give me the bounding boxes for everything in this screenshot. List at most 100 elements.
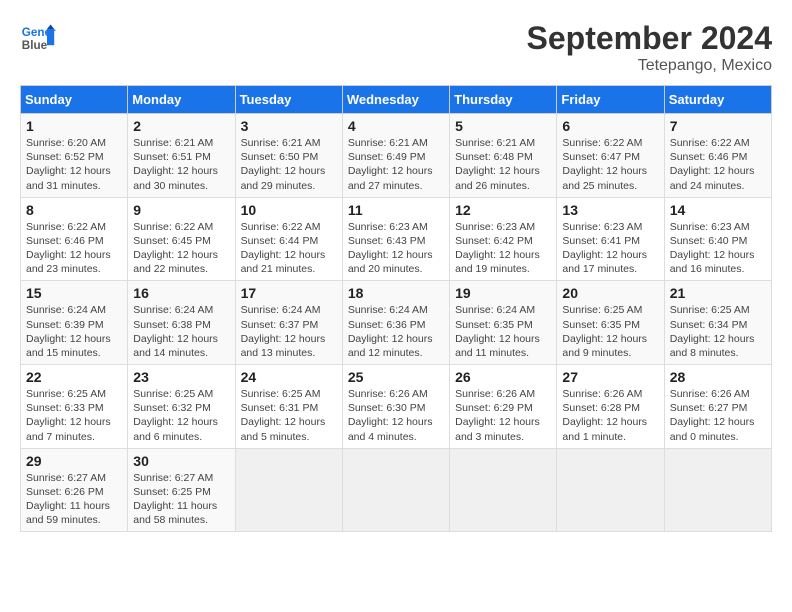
day-number: 3 bbox=[241, 118, 337, 134]
calendar-header-row: Sunday Monday Tuesday Wednesday Thursday… bbox=[21, 86, 772, 114]
day-info: Sunrise: 6:25 AM Sunset: 6:32 PM Dayligh… bbox=[133, 387, 229, 444]
month-title: September 2024 bbox=[527, 20, 772, 57]
calendar-cell: 19 Sunrise: 6:24 AM Sunset: 6:35 PM Dayli… bbox=[450, 281, 557, 365]
calendar-cell: 3 Sunrise: 6:21 AM Sunset: 6:50 PM Daylig… bbox=[235, 114, 342, 198]
day-info: Sunrise: 6:26 AM Sunset: 6:27 PM Dayligh… bbox=[670, 387, 766, 444]
day-info: Sunrise: 6:23 AM Sunset: 6:41 PM Dayligh… bbox=[562, 220, 658, 277]
calendar-cell: 28 Sunrise: 6:26 AM Sunset: 6:27 PM Dayli… bbox=[664, 365, 771, 449]
day-info: Sunrise: 6:27 AM Sunset: 6:25 PM Dayligh… bbox=[133, 471, 229, 528]
page-header: General Blue September 2024 Tetepango, M… bbox=[20, 20, 772, 75]
col-saturday: Saturday bbox=[664, 86, 771, 114]
calendar-cell: 22 Sunrise: 6:25 AM Sunset: 6:33 PM Dayli… bbox=[21, 365, 128, 449]
calendar-week-row: 8Sunrise: 6:22 AM Sunset: 6:46 PM Daylig… bbox=[21, 197, 772, 281]
col-sunday: Sunday bbox=[21, 86, 128, 114]
day-info: Sunrise: 6:26 AM Sunset: 6:30 PM Dayligh… bbox=[348, 387, 444, 444]
day-number: 25 bbox=[348, 369, 444, 385]
day-number: 28 bbox=[670, 369, 766, 385]
day-number: 9 bbox=[133, 202, 229, 218]
day-info: Sunrise: 6:22 AM Sunset: 6:47 PM Dayligh… bbox=[562, 136, 658, 193]
col-friday: Friday bbox=[557, 86, 664, 114]
day-info: Sunrise: 6:25 AM Sunset: 6:31 PM Dayligh… bbox=[241, 387, 337, 444]
day-number: 23 bbox=[133, 369, 229, 385]
calendar-week-row: 29 Sunrise: 6:27 AM Sunset: 6:26 PM Dayli… bbox=[21, 448, 772, 532]
day-number: 29 bbox=[26, 453, 122, 469]
calendar-cell bbox=[664, 448, 771, 532]
calendar-cell: 23 Sunrise: 6:25 AM Sunset: 6:32 PM Dayli… bbox=[128, 365, 235, 449]
day-info: Sunrise: 6:22 AM Sunset: 6:45 PM Dayligh… bbox=[133, 220, 229, 277]
calendar-week-row: 15Sunrise: 6:24 AM Sunset: 6:39 PM Dayli… bbox=[21, 281, 772, 365]
day-info: Sunrise: 6:25 AM Sunset: 6:35 PM Dayligh… bbox=[562, 303, 658, 360]
day-number: 22 bbox=[26, 369, 122, 385]
calendar-cell: 1Sunrise: 6:20 AM Sunset: 6:52 PM Daylig… bbox=[21, 114, 128, 198]
calendar-cell: 20 Sunrise: 6:25 AM Sunset: 6:35 PM Dayli… bbox=[557, 281, 664, 365]
day-number: 17 bbox=[241, 285, 337, 301]
day-info: Sunrise: 6:26 AM Sunset: 6:28 PM Dayligh… bbox=[562, 387, 658, 444]
day-number: 30 bbox=[133, 453, 229, 469]
calendar-cell: 10 Sunrise: 6:22 AM Sunset: 6:44 PM Dayli… bbox=[235, 197, 342, 281]
day-number: 7 bbox=[670, 118, 766, 134]
svg-text:Blue: Blue bbox=[22, 39, 48, 52]
calendar-cell: 12Sunrise: 6:23 AM Sunset: 6:42 PM Dayli… bbox=[450, 197, 557, 281]
day-number: 4 bbox=[348, 118, 444, 134]
day-info: Sunrise: 6:25 AM Sunset: 6:34 PM Dayligh… bbox=[670, 303, 766, 360]
day-info: Sunrise: 6:21 AM Sunset: 6:48 PM Dayligh… bbox=[455, 136, 551, 193]
calendar-cell: 30 Sunrise: 6:27 AM Sunset: 6:25 PM Dayli… bbox=[128, 448, 235, 532]
calendar-cell bbox=[342, 448, 449, 532]
day-info: Sunrise: 6:24 AM Sunset: 6:38 PM Dayligh… bbox=[133, 303, 229, 360]
calendar-cell: 26Sunrise: 6:26 AM Sunset: 6:29 PM Dayli… bbox=[450, 365, 557, 449]
calendar-table: Sunday Monday Tuesday Wednesday Thursday… bbox=[20, 85, 772, 532]
day-number: 2 bbox=[133, 118, 229, 134]
day-number: 10 bbox=[241, 202, 337, 218]
day-info: Sunrise: 6:23 AM Sunset: 6:42 PM Dayligh… bbox=[455, 220, 551, 277]
calendar-cell: 17 Sunrise: 6:24 AM Sunset: 6:37 PM Dayli… bbox=[235, 281, 342, 365]
day-info: Sunrise: 6:24 AM Sunset: 6:35 PM Dayligh… bbox=[455, 303, 551, 360]
day-info: Sunrise: 6:22 AM Sunset: 6:44 PM Dayligh… bbox=[241, 220, 337, 277]
calendar-week-row: 1Sunrise: 6:20 AM Sunset: 6:52 PM Daylig… bbox=[21, 114, 772, 198]
day-info: Sunrise: 6:23 AM Sunset: 6:43 PM Dayligh… bbox=[348, 220, 444, 277]
day-info: Sunrise: 6:27 AM Sunset: 6:26 PM Dayligh… bbox=[26, 471, 122, 528]
day-info: Sunrise: 6:23 AM Sunset: 6:40 PM Dayligh… bbox=[670, 220, 766, 277]
title-area: September 2024 Tetepango, Mexico bbox=[527, 20, 772, 75]
col-thursday: Thursday bbox=[450, 86, 557, 114]
day-info: Sunrise: 6:22 AM Sunset: 6:46 PM Dayligh… bbox=[670, 136, 766, 193]
calendar-cell: 15Sunrise: 6:24 AM Sunset: 6:39 PM Dayli… bbox=[21, 281, 128, 365]
day-number: 6 bbox=[562, 118, 658, 134]
calendar-cell: 11Sunrise: 6:23 AM Sunset: 6:43 PM Dayli… bbox=[342, 197, 449, 281]
calendar-cell: 29 Sunrise: 6:27 AM Sunset: 6:26 PM Dayli… bbox=[21, 448, 128, 532]
logo-icon: General Blue bbox=[20, 20, 56, 56]
col-monday: Monday bbox=[128, 86, 235, 114]
calendar-cell: 27 Sunrise: 6:26 AM Sunset: 6:28 PM Dayli… bbox=[557, 365, 664, 449]
logo: General Blue bbox=[20, 20, 56, 56]
calendar-cell: 24 Sunrise: 6:25 AM Sunset: 6:31 PM Dayli… bbox=[235, 365, 342, 449]
day-number: 19 bbox=[455, 285, 551, 301]
calendar-cell: 9 Sunrise: 6:22 AM Sunset: 6:45 PM Daylig… bbox=[128, 197, 235, 281]
day-info: Sunrise: 6:25 AM Sunset: 6:33 PM Dayligh… bbox=[26, 387, 122, 444]
day-info: Sunrise: 6:24 AM Sunset: 6:36 PM Dayligh… bbox=[348, 303, 444, 360]
day-number: 21 bbox=[670, 285, 766, 301]
day-info: Sunrise: 6:24 AM Sunset: 6:39 PM Dayligh… bbox=[26, 303, 122, 360]
calendar-cell: 25 Sunrise: 6:26 AM Sunset: 6:30 PM Dayli… bbox=[342, 365, 449, 449]
day-number: 27 bbox=[562, 369, 658, 385]
location-subtitle: Tetepango, Mexico bbox=[527, 57, 772, 75]
day-number: 16 bbox=[133, 285, 229, 301]
calendar-cell: 16 Sunrise: 6:24 AM Sunset: 6:38 PM Dayli… bbox=[128, 281, 235, 365]
calendar-week-row: 22 Sunrise: 6:25 AM Sunset: 6:33 PM Dayli… bbox=[21, 365, 772, 449]
col-tuesday: Tuesday bbox=[235, 86, 342, 114]
day-info: Sunrise: 6:20 AM Sunset: 6:52 PM Dayligh… bbox=[26, 136, 122, 193]
calendar-cell: 13 Sunrise: 6:23 AM Sunset: 6:41 PM Dayli… bbox=[557, 197, 664, 281]
calendar-cell: 8Sunrise: 6:22 AM Sunset: 6:46 PM Daylig… bbox=[21, 197, 128, 281]
day-number: 26 bbox=[455, 369, 551, 385]
calendar-cell bbox=[450, 448, 557, 532]
calendar-cell: 6 Sunrise: 6:22 AM Sunset: 6:47 PM Daylig… bbox=[557, 114, 664, 198]
col-wednesday: Wednesday bbox=[342, 86, 449, 114]
day-number: 24 bbox=[241, 369, 337, 385]
day-number: 13 bbox=[562, 202, 658, 218]
day-info: Sunrise: 6:24 AM Sunset: 6:37 PM Dayligh… bbox=[241, 303, 337, 360]
day-number: 20 bbox=[562, 285, 658, 301]
day-number: 5 bbox=[455, 118, 551, 134]
calendar-cell bbox=[557, 448, 664, 532]
calendar-cell: 5 Sunrise: 6:21 AM Sunset: 6:48 PM Daylig… bbox=[450, 114, 557, 198]
calendar-cell: 14Sunrise: 6:23 AM Sunset: 6:40 PM Dayli… bbox=[664, 197, 771, 281]
day-info: Sunrise: 6:21 AM Sunset: 6:50 PM Dayligh… bbox=[241, 136, 337, 193]
calendar-cell: 18Sunrise: 6:24 AM Sunset: 6:36 PM Dayli… bbox=[342, 281, 449, 365]
